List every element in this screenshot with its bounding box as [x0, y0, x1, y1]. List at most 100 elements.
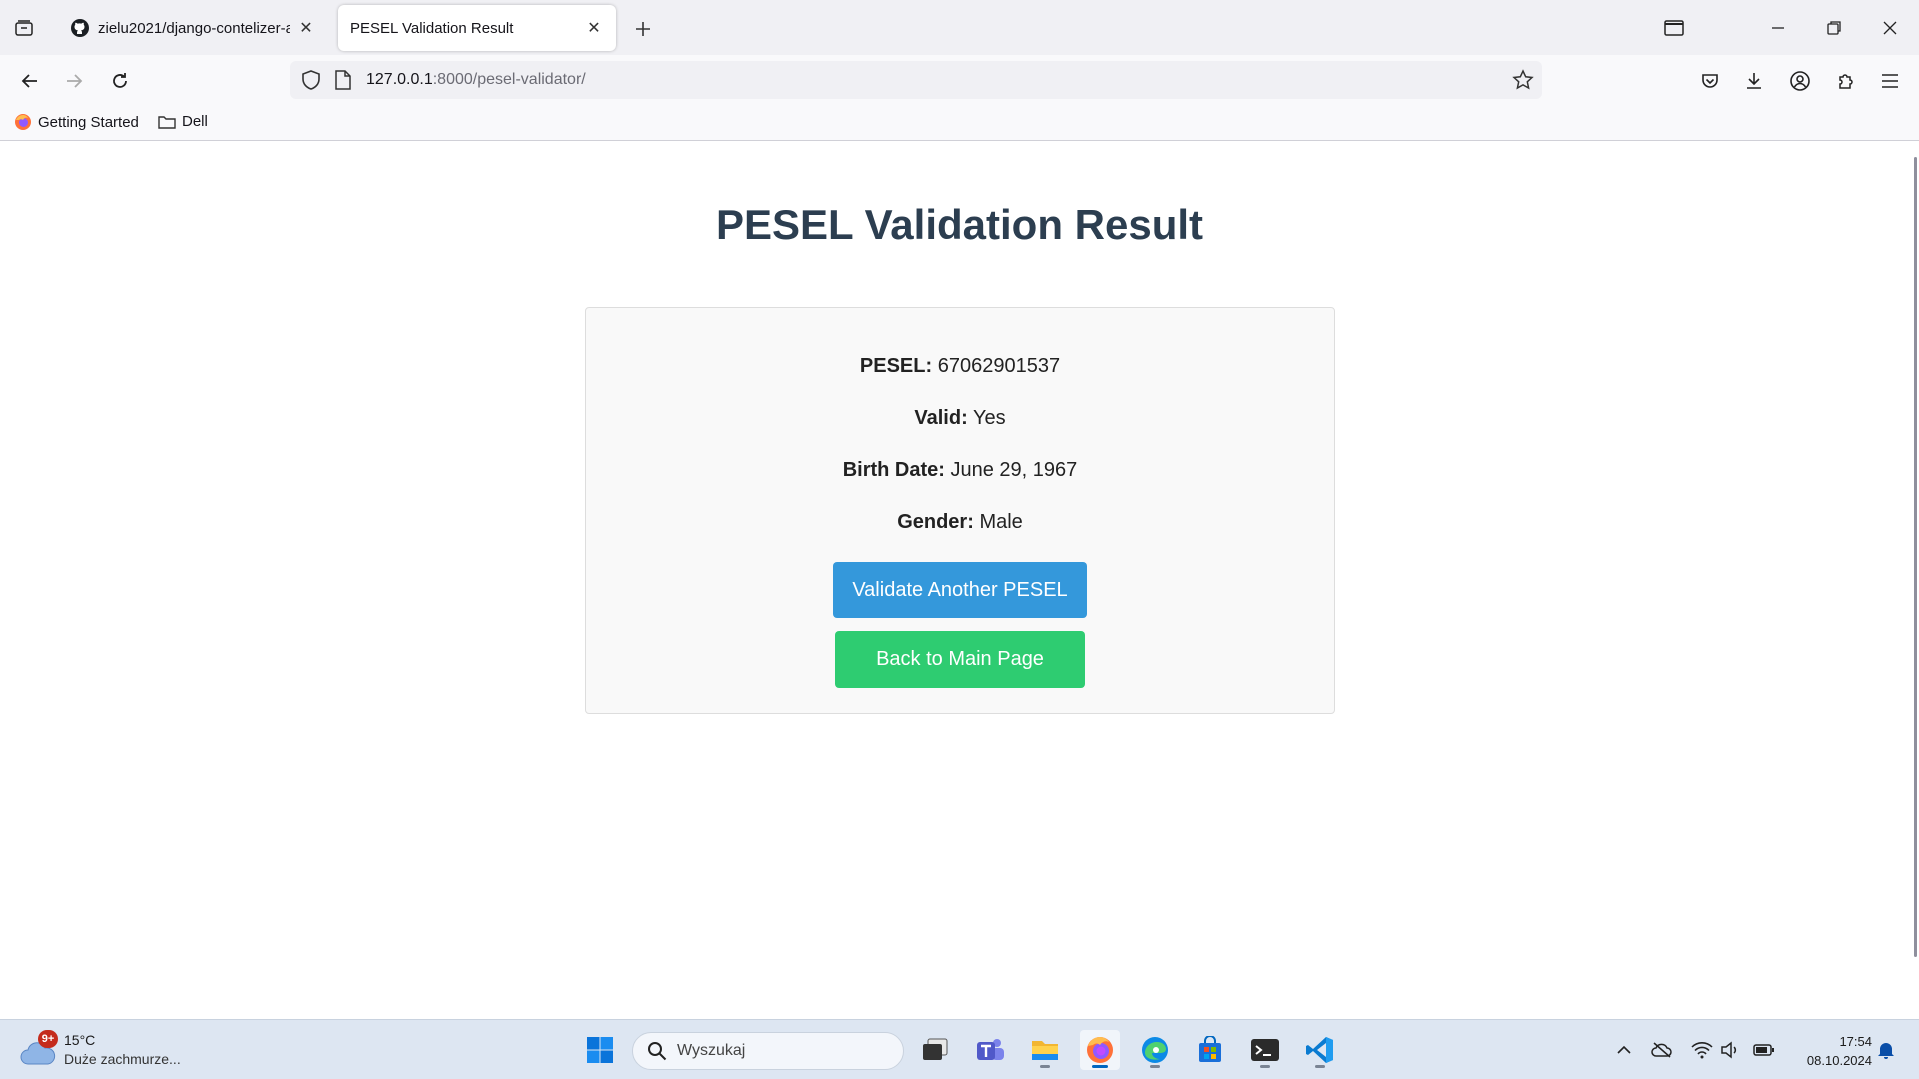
extensions-button[interactable]	[1830, 65, 1862, 97]
forward-button[interactable]	[58, 65, 90, 97]
restore-button[interactable]	[1816, 10, 1852, 46]
minimize-icon	[1772, 27, 1784, 29]
url-text[interactable]: 127.0.0.1:8000/pesel-validator/	[366, 71, 586, 89]
edge-app[interactable]	[1135, 1030, 1175, 1070]
search-placeholder: Wyszukaj	[677, 1042, 746, 1059]
store-icon	[1199, 1036, 1221, 1062]
firefox-app[interactable]	[1080, 1030, 1120, 1070]
arrow-left-icon	[21, 74, 37, 88]
validate-another-button[interactable]: Validate Another PESEL	[833, 562, 1087, 618]
edge-icon	[1142, 1037, 1168, 1063]
minimize-button[interactable]	[1760, 10, 1796, 46]
bookmark-getting-started[interactable]: Getting Started	[14, 113, 139, 131]
temperature: 15°C	[64, 1032, 96, 1048]
result-card: PESEL: 67062901537 Valid: Yes Birth Date…	[585, 307, 1335, 714]
valid-value: Yes	[972, 407, 1006, 429]
running-indicator	[1315, 1065, 1325, 1068]
tab-bar: zielu2021/django-contelizer-ap ✕ PESEL V…	[0, 0, 1919, 55]
menu-button[interactable]	[1874, 65, 1906, 97]
star-icon[interactable]	[1512, 69, 1534, 91]
battery-status[interactable]	[1752, 1038, 1776, 1062]
windows-icon	[587, 1037, 613, 1063]
bookmark-dell[interactable]: Dell	[158, 113, 208, 130]
page-title: PESEL Validation Result	[715, 201, 1204, 248]
time: 17:54	[1839, 1034, 1872, 1049]
bookmark-label: Dell	[182, 113, 208, 130]
teams-icon	[977, 1039, 1004, 1060]
running-indicator	[1150, 1065, 1160, 1068]
navigation-toolbar: 127.0.0.1:8000/pesel-validator/	[0, 55, 1919, 105]
close-window-button[interactable]	[1872, 10, 1908, 46]
search-icon	[648, 1042, 667, 1061]
download-icon	[1747, 73, 1761, 89]
volume-status[interactable]	[1718, 1038, 1742, 1062]
bookmark-label: Getting Started	[38, 113, 139, 131]
tab-title: zielu2021/django-contelizer-ap	[98, 19, 290, 37]
taskbar-search[interactable]: Wyszukaj	[632, 1032, 904, 1070]
account-button[interactable]	[1784, 65, 1816, 97]
date: 08.10.2024	[1806, 1053, 1872, 1068]
bookmarks-bar: Getting Started Dell	[0, 105, 1919, 141]
page-content: PESEL Validation Result PESEL: 670629015…	[0, 141, 1919, 1019]
running-indicator	[1092, 1065, 1108, 1068]
clock[interactable]: 17:54 08.10.2024	[1780, 1032, 1872, 1070]
tab-github[interactable]: zielu2021/django-contelizer-ap ✕	[58, 5, 328, 51]
show-hidden-icons[interactable]	[1612, 1038, 1636, 1062]
close-tab-icon[interactable]: ✕	[584, 18, 604, 38]
taskbar: 9+ 15°C Duże zachmurze... Wyszukaj 17:54…	[0, 1019, 1919, 1079]
page-icon[interactable]	[334, 69, 352, 91]
task-view-button[interactable]	[915, 1030, 955, 1070]
tab-list-icon	[15, 20, 33, 36]
birth-date-row: Birth Date: June 29, 1967	[586, 459, 1334, 482]
valid-label: Valid:	[914, 407, 968, 429]
pesel-label: PESEL:	[859, 355, 933, 377]
picture-in-picture-button[interactable]	[1656, 10, 1692, 46]
arrow-right-icon	[67, 74, 83, 88]
page-scrollbar[interactable]	[1914, 157, 1917, 957]
wifi-icon	[1691, 1042, 1713, 1059]
cloud-offline-icon	[1651, 1042, 1672, 1058]
terminal-icon	[1251, 1039, 1279, 1061]
terminal-app[interactable]	[1245, 1030, 1285, 1070]
plus-icon	[636, 22, 650, 36]
birth-date-value: June 29, 1967	[950, 459, 1078, 481]
running-indicator	[1260, 1065, 1270, 1068]
task-view-icon	[923, 1038, 948, 1060]
firefox-icon	[1087, 1037, 1113, 1063]
file-explorer-app[interactable]	[1025, 1030, 1065, 1070]
back-button[interactable]	[14, 65, 46, 97]
notifications-button[interactable]	[1874, 1038, 1898, 1062]
tab-pesel-result[interactable]: PESEL Validation Result ✕	[338, 5, 616, 51]
url-path: :8000/pesel-validator/	[432, 71, 586, 88]
restore-icon	[1827, 21, 1841, 35]
folder-icon	[1032, 1041, 1058, 1060]
reload-button[interactable]	[104, 65, 136, 97]
new-tab-button[interactable]	[628, 14, 658, 44]
speaker-icon	[1721, 1041, 1737, 1059]
account-icon	[1790, 71, 1810, 91]
tab-list-button[interactable]	[10, 14, 38, 42]
teams-app[interactable]	[970, 1030, 1010, 1070]
back-to-main-button[interactable]: Back to Main Page	[835, 631, 1085, 688]
close-tab-icon[interactable]: ✕	[296, 18, 316, 38]
valid-row: Valid: Yes	[586, 407, 1334, 430]
weather-widget[interactable]: 9+ 15°C Duże zachmurze...	[20, 1030, 200, 1070]
vscode-app[interactable]	[1300, 1030, 1340, 1070]
start-button[interactable]	[580, 1030, 620, 1070]
onedrive-status[interactable]	[1650, 1038, 1674, 1062]
firefox-icon	[15, 114, 31, 130]
address-bar[interactable]: 127.0.0.1:8000/pesel-validator/	[290, 61, 1542, 99]
bell-icon	[1878, 1043, 1894, 1059]
shield-icon[interactable]	[300, 69, 322, 91]
gender-value: Male	[979, 511, 1023, 533]
battery-icon	[1753, 1044, 1774, 1056]
store-app[interactable]	[1190, 1030, 1230, 1070]
downloads-button[interactable]	[1738, 65, 1770, 97]
birth-date-label: Birth Date:	[842, 459, 945, 481]
vscode-icon	[1306, 1037, 1333, 1063]
wifi-status[interactable]	[1690, 1038, 1714, 1062]
pocket-button[interactable]	[1694, 65, 1726, 97]
github-icon	[71, 19, 89, 37]
tab-title: PESEL Validation Result	[350, 19, 514, 37]
gender-label: Gender:	[897, 511, 974, 533]
